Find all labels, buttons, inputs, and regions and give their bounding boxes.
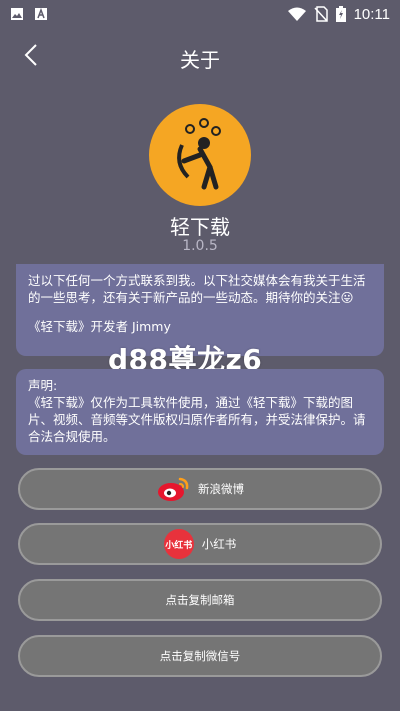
disclaimer-card: 声明: 《轻下载》仅作为工具软件使用，通过《轻下载》下载的图片、视频、音频等文件…	[16, 369, 384, 455]
music-archer-logo-icon	[177, 118, 221, 190]
app-name: 轻下载	[170, 215, 230, 239]
weibo-label: 新浪微博	[198, 482, 244, 496]
xiaohongshu-button[interactable]: 小红书 小红书	[18, 523, 382, 565]
top-bar: 关于	[0, 36, 400, 76]
disclaimer-title: 声明:	[28, 378, 58, 393]
contact-info-text: 过以下任何一个方式联系到我。以下社交媒体会有我关于生活的一些思考，还有关于新产品…	[28, 273, 366, 305]
status-bar: 10:11	[0, 0, 400, 28]
status-time: 10:11	[353, 5, 390, 23]
weibo-button[interactable]: 新浪微博	[18, 468, 382, 510]
text-a-icon	[35, 7, 47, 20]
page-title: 关于	[180, 48, 220, 72]
app-version: 1.0.5	[182, 238, 218, 254]
copy-email-label: 点击复制邮箱	[165, 593, 235, 607]
image-icon	[11, 8, 23, 20]
copy-email-button[interactable]: 点击复制邮箱	[18, 579, 382, 621]
xiaohongshu-label: 小红书	[201, 537, 237, 551]
xiaohongshu-icon: 小红书	[163, 529, 194, 559]
disclaimer-text: 《轻下载》仅作为工具软件使用，通过《轻下载》下载的图片、视频、音频等文件版权归原…	[28, 395, 366, 444]
weibo-icon	[158, 477, 189, 501]
app-logo	[149, 104, 251, 206]
battery-charging-icon	[335, 6, 346, 22]
wifi-icon	[287, 7, 306, 21]
no-sim-icon	[314, 6, 328, 22]
developer-signature: 《轻下载》开发者 Jimmy	[28, 319, 171, 334]
copy-wechat-label: 点击复制微信号	[159, 649, 241, 663]
copy-wechat-button[interactable]: 点击复制微信号	[18, 635, 382, 677]
